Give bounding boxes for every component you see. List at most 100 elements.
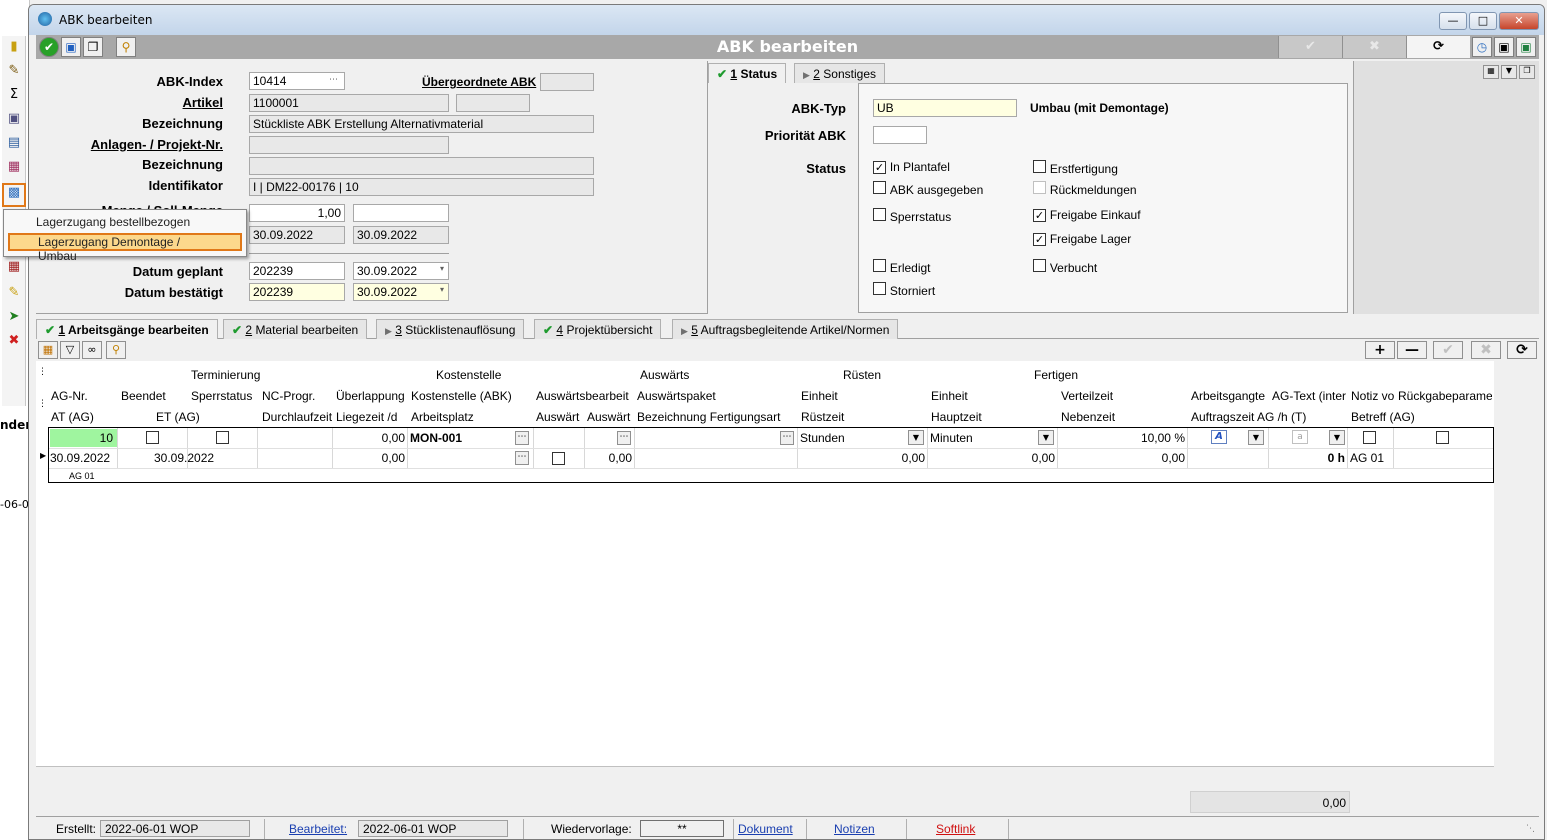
et-ag-cell[interactable]: 30.09.2022 bbox=[154, 451, 254, 465]
remove-row-button[interactable]: — bbox=[1397, 341, 1427, 359]
ag-nr-cell[interactable]: 10 bbox=[50, 429, 117, 447]
datum-bestaetigt-date-field[interactable]: 30.09.2022 bbox=[353, 283, 449, 301]
col-beendet[interactable]: Beendet bbox=[121, 389, 187, 403]
binoculars-icon[interactable]: ∞ bbox=[82, 341, 102, 359]
send-icon[interactable]: ➤ bbox=[5, 308, 23, 326]
erledigt-checkbox[interactable]: Erledigt bbox=[873, 259, 931, 275]
col-kostenstelle-abk[interactable]: Kostenstelle (ABK) bbox=[411, 389, 533, 403]
bearbeitet-link[interactable]: Bearbeitet: bbox=[289, 822, 347, 836]
col-nebenzeit[interactable]: Nebenzeit bbox=[1061, 410, 1187, 424]
text-edit-icon[interactable]: A bbox=[1211, 430, 1227, 444]
prioritaet-field[interactable] bbox=[873, 126, 927, 144]
freigabe-lager-checkbox[interactable]: ✓ Freigabe Lager bbox=[1033, 232, 1131, 246]
tab-auftragsbegleitende-artikel[interactable]: ▶ 5 Auftragsbegleitende Artikel/Normen bbox=[672, 319, 899, 339]
menge-field[interactable]: 1,00 bbox=[249, 204, 345, 222]
save-check-icon[interactable]: ✔ bbox=[39, 37, 59, 57]
ellipsis-icon[interactable]: ⋯ bbox=[329, 75, 338, 85]
chevron-down-icon[interactable]: ▼ bbox=[1329, 430, 1345, 445]
fertigen-einheit-cell[interactable]: Minuten bbox=[930, 431, 1030, 445]
col-auswaert-2[interactable]: Auswärt bbox=[587, 410, 634, 424]
collapse-icon[interactable]: ▼ bbox=[1501, 65, 1517, 79]
col-auftragszeit[interactable]: Auftragszeit bbox=[1191, 410, 1257, 424]
col-liegezeit[interactable]: Liegezeit /d bbox=[336, 410, 409, 424]
restore-icon[interactable]: ❐ bbox=[1519, 65, 1535, 79]
col-verteilzeit[interactable]: Verteilzeit bbox=[1061, 389, 1187, 403]
cube-green-icon[interactable]: ▣ bbox=[1516, 37, 1536, 57]
col-betreff-ag[interactable]: Betreff (AG) bbox=[1351, 410, 1445, 424]
ellipsis-icon[interactable]: ⋯ bbox=[515, 451, 529, 465]
notizen-link[interactable]: Notizen bbox=[834, 822, 875, 836]
filter-icon[interactable]: ▽ bbox=[60, 341, 80, 359]
dokument-link[interactable]: Dokument bbox=[738, 822, 793, 836]
soll-menge-field[interactable] bbox=[353, 204, 449, 222]
datum-geplant-week-field[interactable]: 202239 bbox=[249, 262, 345, 280]
menu-item-lagerzugang-demontage[interactable]: Lagerzugang Demontage / Umbau bbox=[8, 233, 242, 263]
erstfertigung-checkbox[interactable]: Erstfertigung bbox=[1033, 160, 1118, 176]
col-ag-h-t[interactable]: AG /h (T) bbox=[1257, 410, 1347, 424]
col-ruestzeit[interactable]: Rüstzeit bbox=[801, 410, 927, 424]
auftragszeit-cell[interactable]: 0 h bbox=[1271, 451, 1345, 465]
resize-grip-icon[interactable]: ⋱ bbox=[1526, 824, 1535, 834]
col-arbeitsplatz[interactable]: Arbeitsplatz bbox=[411, 410, 533, 424]
auswaert-cell[interactable]: 0,00 bbox=[587, 451, 632, 465]
wiedervorlage-field[interactable]: ** bbox=[640, 820, 724, 837]
col-auswaertsbearbeitung[interactable]: Auswärtsbearbeit bbox=[536, 389, 634, 403]
ruestzeit-cell[interactable]: 0,00 bbox=[800, 451, 925, 465]
refresh-button[interactable]: ⟳ bbox=[1406, 36, 1470, 58]
rueckgabe-checkbox[interactable] bbox=[1436, 431, 1449, 444]
col-ueberlappung[interactable]: Überlappung bbox=[336, 389, 409, 403]
maximize-button[interactable]: □ bbox=[1469, 12, 1497, 30]
at-ag-cell[interactable]: 30.09.2022 bbox=[50, 451, 150, 465]
col-auswaert-1[interactable]: Auswärt bbox=[536, 410, 584, 424]
beendet-checkbox[interactable] bbox=[146, 431, 159, 444]
verteilzeit-cell[interactable]: 10,00 % bbox=[1061, 431, 1185, 445]
tab-material[interactable]: ✔ 2 Material bearbeiten bbox=[223, 319, 368, 339]
delete-icon[interactable]: ✖ bbox=[5, 332, 23, 350]
abk-typ-field[interactable]: UB bbox=[873, 99, 1017, 117]
col-auswaertspaket[interactable]: Auswärtspaket bbox=[637, 389, 797, 403]
col-arbeitsgangtext[interactable]: Arbeitsgangte bbox=[1191, 389, 1269, 403]
col-durchlaufzeit[interactable]: Durchlaufzeit bbox=[262, 410, 334, 424]
tab-stuecklistenaufloesung[interactable]: ▶ 3 Stücklistenauflösung bbox=[376, 319, 525, 339]
in-plantafel-checkbox[interactable]: ✓ In Plantafel bbox=[873, 160, 950, 174]
grid-layout-icon[interactable]: ▦ bbox=[38, 341, 58, 359]
betreff-cell[interactable]: AG 01 bbox=[1350, 451, 1410, 465]
auswaert-checkbox[interactable] bbox=[552, 452, 565, 465]
sperrstatus-checkbox[interactable]: Sperrstatus bbox=[873, 208, 951, 224]
report-icon[interactable]: ▦ bbox=[5, 158, 23, 176]
freigabe-einkauf-checkbox[interactable]: ✓ Freigabe Einkauf bbox=[1033, 208, 1141, 222]
chevron-down-icon[interactable]: ▼ bbox=[908, 430, 924, 445]
grid-refresh-button[interactable]: ⟳ bbox=[1507, 341, 1537, 359]
sigma-icon[interactable]: Σ bbox=[5, 86, 23, 104]
row-selector-icon[interactable]: ⋮ bbox=[38, 399, 47, 409]
col-fertigen-einheit[interactable]: Einheit bbox=[931, 389, 1057, 403]
datum-bestaetigt-week-field[interactable]: 202239 bbox=[249, 283, 345, 301]
liegezeit-cell[interactable]: 0,00 bbox=[337, 451, 405, 465]
broom-icon[interactable]: ✎ bbox=[5, 284, 23, 302]
ellipsis-icon[interactable]: ⋯ bbox=[515, 431, 529, 445]
tab-status[interactable]: ✔ 1 Status bbox=[708, 63, 787, 83]
ruesten-einheit-cell[interactable]: Stunden bbox=[800, 431, 900, 445]
verbucht-checkbox[interactable]: Verbucht bbox=[1033, 259, 1097, 275]
col-at-ag[interactable]: AT (AG) bbox=[51, 410, 117, 424]
window-icon[interactable]: ▣ bbox=[61, 37, 81, 57]
edit-icon[interactable]: ✎ bbox=[5, 62, 23, 80]
clock-icon[interactable]: ◷ bbox=[1472, 37, 1492, 57]
notiz-checkbox[interactable] bbox=[1363, 431, 1376, 444]
col-rueckgabeparameter[interactable]: Rückgabeparame bbox=[1398, 389, 1492, 403]
tab-arbeitsgaenge[interactable]: ✔ 1 Arbeitsgänge bearbeiten bbox=[36, 319, 218, 339]
anlagen-projekt-label[interactable]: Anlagen- / Projekt-Nr. bbox=[43, 137, 223, 152]
col-hauptzeit[interactable]: Hauptzeit bbox=[931, 410, 1057, 424]
close-button[interactable]: ✕ bbox=[1499, 12, 1539, 30]
col-ruesten-einheit[interactable]: Einheit bbox=[801, 389, 927, 403]
chevron-down-icon[interactable]: ▼ bbox=[1248, 430, 1264, 445]
chevron-down-icon[interactable]: ▼ bbox=[1038, 430, 1054, 445]
col-et-ag[interactable]: ET (AG) bbox=[156, 410, 226, 424]
col-bezeichnung-fertigungsart[interactable]: Bezeichnung Fertigungsart bbox=[637, 410, 797, 424]
image-icon[interactable]: ▦ bbox=[1483, 65, 1499, 79]
copy-icon[interactable]: ❐ bbox=[83, 37, 103, 57]
kostenstelle-cell[interactable]: MON-001 bbox=[410, 431, 510, 445]
cylinder-icon[interactable]: ▮ bbox=[5, 38, 23, 56]
confirm-button[interactable]: ✔ bbox=[1278, 36, 1342, 58]
minimize-button[interactable]: — bbox=[1439, 12, 1467, 30]
